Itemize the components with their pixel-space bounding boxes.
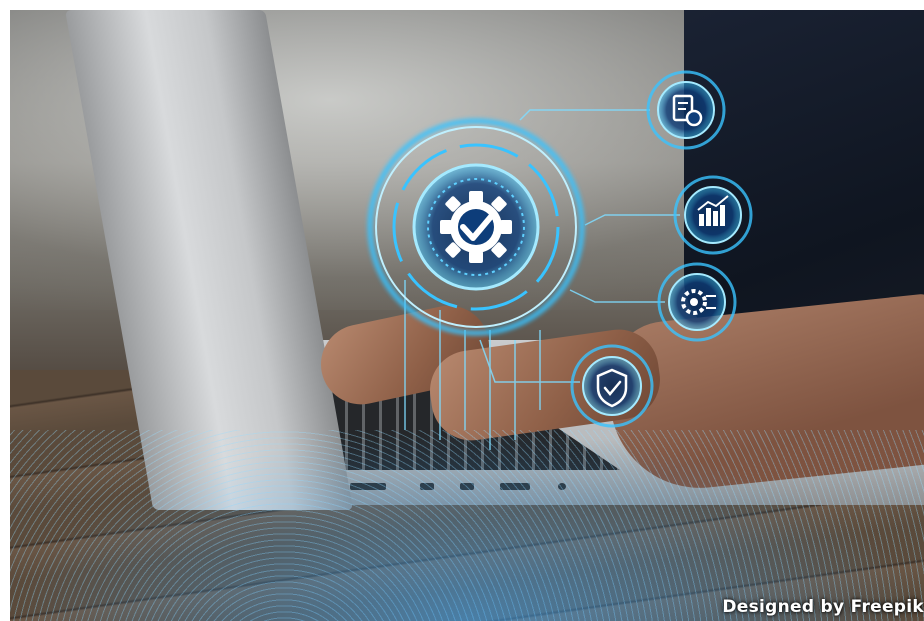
shield-check-icon [570,344,654,428]
chart-icon [673,175,753,255]
gear-check-icon [367,118,585,336]
chip-gear-icon [657,262,737,342]
hologram-overlay [367,70,753,450]
stock-photo: Designed by Freepik [10,10,924,621]
document-gear-icon [646,70,726,150]
watermark: Designed by Freepik [722,597,924,617]
